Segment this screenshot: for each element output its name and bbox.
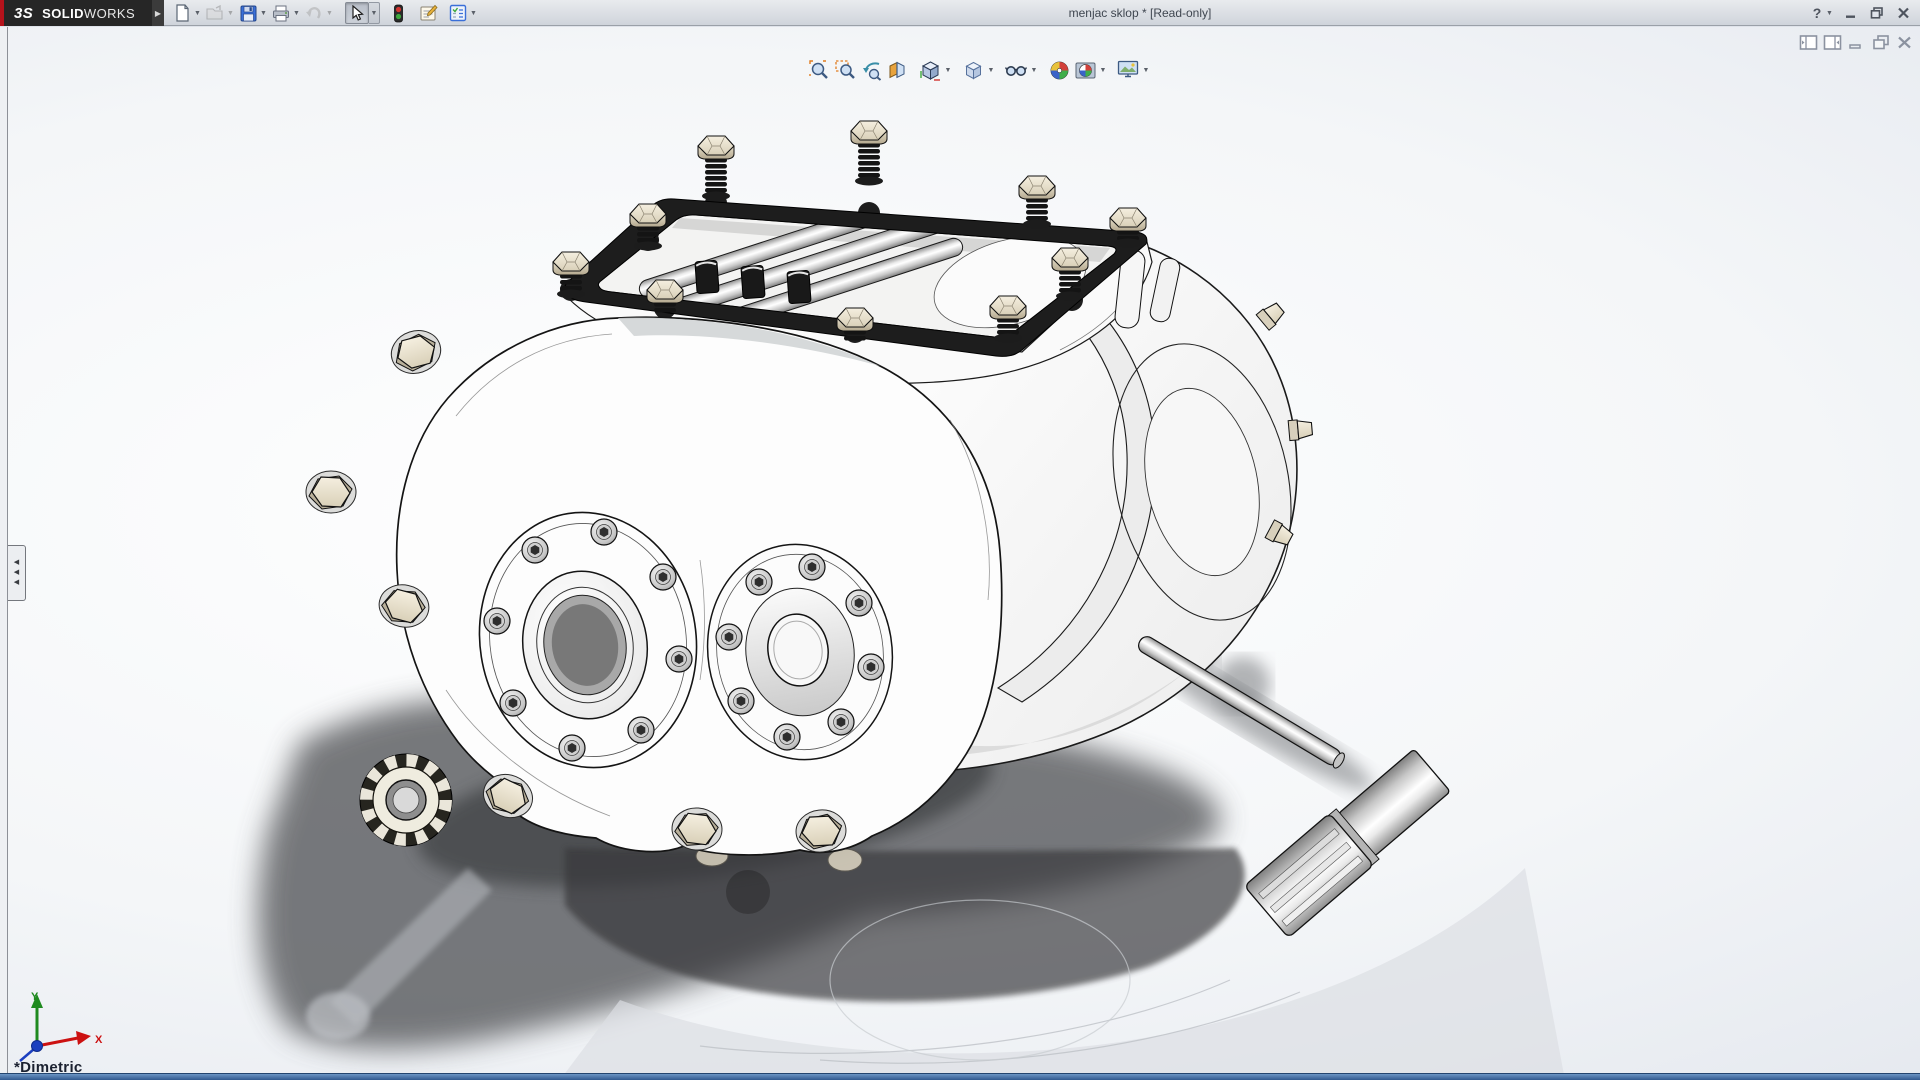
socket-screw[interactable] bbox=[591, 519, 617, 545]
open-dropdown[interactable]: ▼ bbox=[225, 3, 236, 23]
edit-note-button[interactable] bbox=[418, 3, 438, 23]
open-folder-icon[interactable] bbox=[205, 3, 225, 23]
print-dropdown[interactable]: ▼ bbox=[291, 3, 302, 23]
cover-bolt[interactable] bbox=[698, 136, 734, 201]
radial-bolt[interactable] bbox=[1256, 300, 1286, 330]
cover-bolt[interactable] bbox=[1019, 176, 1055, 229]
cover-bolt[interactable] bbox=[851, 121, 887, 186]
triad-x-label: X bbox=[95, 1034, 103, 1046]
socket-screw[interactable] bbox=[746, 569, 772, 595]
socket-screw[interactable] bbox=[716, 624, 742, 650]
detent-block[interactable] bbox=[741, 265, 765, 298]
help-button[interactable]: ? bbox=[1808, 2, 1826, 24]
options-list-button[interactable]: ▼ bbox=[448, 3, 479, 23]
window-title: menjac sklop * [Read-only] bbox=[1040, 0, 1240, 26]
undo-dropdown[interactable]: ▼ bbox=[324, 3, 335, 23]
socket-screw[interactable] bbox=[559, 735, 585, 761]
model-scene[interactable]: Y X bbox=[0, 27, 1920, 1073]
socket-screw[interactable] bbox=[522, 537, 548, 563]
new-document-icon[interactable] bbox=[172, 3, 192, 23]
save-dropdown[interactable]: ▼ bbox=[258, 3, 269, 23]
menu-flyout-arrow-icon[interactable]: ▶ bbox=[152, 0, 164, 26]
window-controls: ? ▼ bbox=[1808, 0, 1916, 26]
socket-screw[interactable] bbox=[846, 590, 872, 616]
select-tool-dropdown[interactable]: ▼ bbox=[369, 2, 380, 24]
hex-bolt[interactable] bbox=[306, 471, 356, 513]
socket-screw[interactable] bbox=[774, 724, 800, 750]
hex-bolt[interactable] bbox=[386, 324, 447, 379]
main-toolbar: ▼ ▼ ▼ ▼ bbox=[172, 0, 481, 26]
traffic-light-button[interactable] bbox=[388, 3, 408, 23]
ds-logo-glyph: 3S bbox=[14, 5, 33, 22]
detent-block[interactable] bbox=[787, 270, 811, 303]
printer-icon[interactable] bbox=[271, 3, 291, 23]
select-cursor-icon[interactable] bbox=[345, 2, 369, 24]
socket-screw[interactable] bbox=[500, 690, 526, 716]
minimize-button[interactable] bbox=[1838, 2, 1864, 24]
socket-screw[interactable] bbox=[799, 554, 825, 580]
traffic-light-icon[interactable] bbox=[388, 3, 408, 23]
cover-bolt[interactable] bbox=[1110, 208, 1146, 248]
options-dropdown[interactable]: ▼ bbox=[468, 3, 479, 23]
new-document-dropdown[interactable]: ▼ bbox=[192, 3, 203, 23]
socket-screw[interactable] bbox=[628, 717, 654, 743]
print-button[interactable]: ▼ bbox=[271, 3, 302, 23]
open-button[interactable]: ▼ bbox=[205, 3, 236, 23]
graphics-viewport[interactable]: ◀ ◀ ◀ ▼ bbox=[0, 27, 1920, 1073]
save-button[interactable]: ▼ bbox=[238, 3, 269, 23]
socket-screw[interactable] bbox=[666, 646, 692, 672]
socket-screw[interactable] bbox=[484, 608, 510, 634]
solidworks-window: 3S SOLIDWORKS ▶ ▼ ▼ ▼ bbox=[0, 0, 1920, 1080]
titlebar: 3S SOLIDWORKS ▶ ▼ ▼ ▼ bbox=[0, 0, 1920, 26]
solidworks-logo: 3S SOLIDWORKS bbox=[0, 0, 152, 26]
detent-block[interactable] bbox=[695, 260, 719, 293]
socket-screw[interactable] bbox=[828, 709, 854, 735]
splined-coupling[interactable] bbox=[360, 754, 452, 846]
brand-name-bold: SOLID bbox=[42, 6, 84, 21]
brand-name-light: WORKS bbox=[84, 6, 135, 21]
selector-rod[interactable] bbox=[1136, 634, 1347, 770]
window-bottom-border bbox=[0, 1073, 1920, 1080]
socket-screw[interactable] bbox=[858, 654, 884, 680]
undo-arrow-icon[interactable] bbox=[304, 3, 324, 23]
options-list-icon[interactable] bbox=[448, 3, 468, 23]
radial-bolt[interactable] bbox=[1288, 419, 1313, 441]
new-document-button[interactable]: ▼ bbox=[172, 3, 203, 23]
socket-screw[interactable] bbox=[728, 688, 754, 714]
logo-accent-bar bbox=[0, 0, 4, 26]
select-tool-button[interactable] bbox=[345, 2, 369, 24]
save-floppy-icon[interactable] bbox=[238, 3, 258, 23]
close-button[interactable] bbox=[1890, 2, 1916, 24]
help-dropdown[interactable]: ▼ bbox=[1826, 10, 1838, 17]
undo-button[interactable]: ▼ bbox=[304, 3, 335, 23]
reference-triad: Y X bbox=[20, 991, 103, 1061]
socket-screw[interactable] bbox=[650, 564, 676, 590]
triad-y-label: Y bbox=[31, 991, 39, 1003]
edit-note-icon[interactable] bbox=[418, 3, 438, 23]
restore-button[interactable] bbox=[1864, 2, 1890, 24]
